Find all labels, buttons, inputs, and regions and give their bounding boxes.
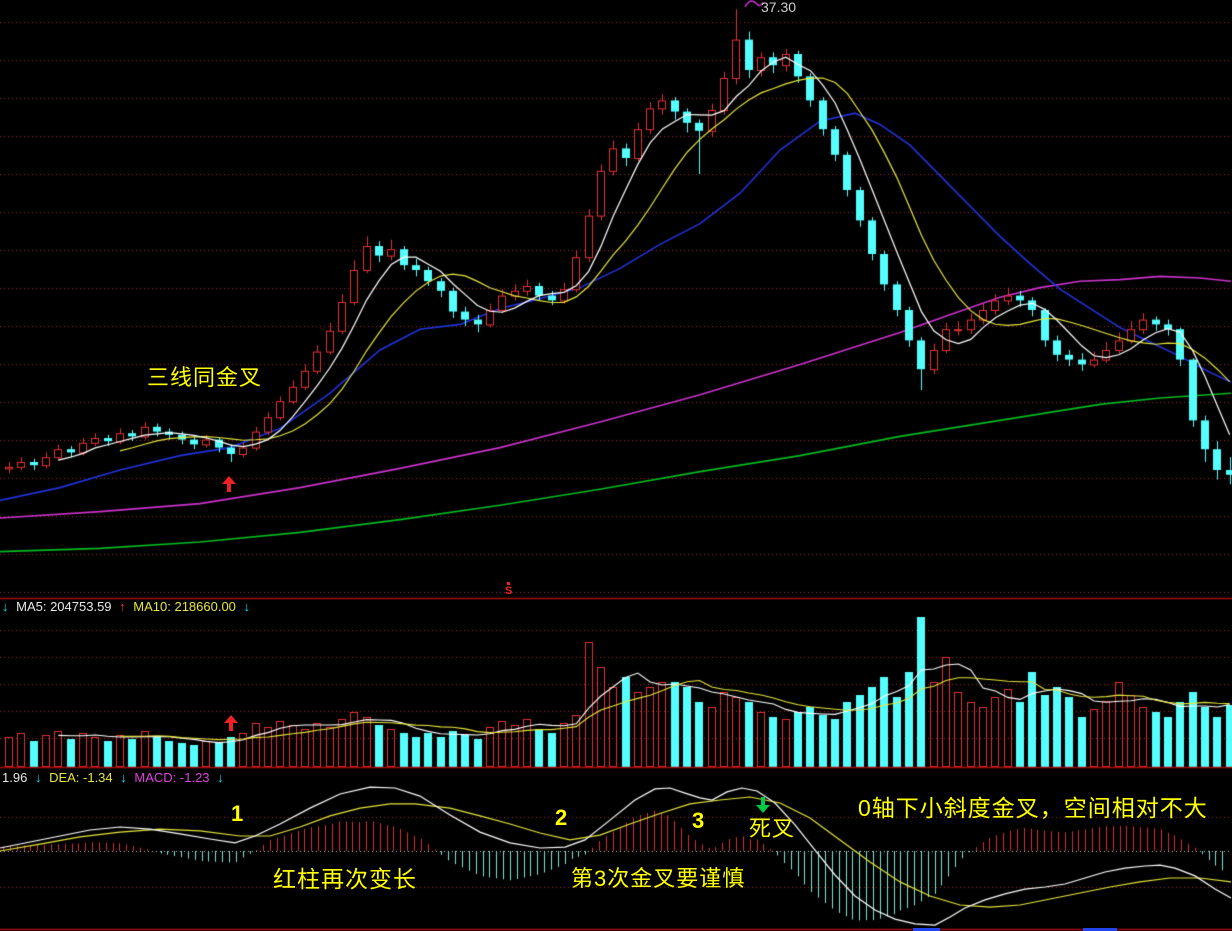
volume-ma10-label: MA10: 218660.00 [133, 599, 236, 614]
dead-cross-arrow-icon [756, 797, 770, 813]
volume-ma5-arrow-icon: ↑ [119, 599, 126, 614]
golden-cross-label-1: 1 [231, 803, 243, 825]
peak-price-label: 37.30 [761, 0, 796, 14]
main-chart-note: 三线同金叉 [147, 367, 262, 389]
buy-signal-arrow-icon [222, 476, 236, 492]
stock-chart-root: 37.30 三线同金叉 S ↓ MA5: 204753.59 ↑ MA10: 2… [0, 0, 1232, 931]
volume-buy-arrow-icon [224, 715, 238, 731]
volume-ma5-label: MA5: 204753.59 [16, 599, 111, 614]
arrow-head [222, 476, 236, 484]
volume-header: ↓ MA5: 204753.59 ↑ MA10: 218660.00 ↓ [2, 600, 254, 613]
arrow-stem [229, 723, 233, 731]
macd-macd-arrow-icon: ↓ [217, 770, 224, 785]
arrow-stem [761, 797, 765, 805]
golden-cross-note: 0轴下小斜度金叉，空间相对不大 [858, 797, 1208, 820]
third-cross-note: 第3次金叉要谨慎 [571, 868, 745, 890]
arrow-head [224, 715, 238, 723]
macd-macd-label: MACD: -1.23 [134, 770, 209, 785]
golden-cross-label-2: 2 [555, 807, 567, 829]
volume-lead-arrow-icon: ↓ [2, 599, 9, 614]
macd-header: 1.96 ↓ DEA: -1.34 ↓ MACD: -1.23 ↓ [2, 771, 228, 784]
red-bar-note: 红柱再次变长 [273, 868, 417, 891]
volume-ma10-arrow-icon: ↓ [244, 599, 251, 614]
macd-dif-value: 1.96 [2, 770, 27, 785]
arrow-head [756, 805, 770, 813]
dead-cross-note: 死叉 [749, 818, 795, 840]
sell-marker: S [505, 582, 512, 597]
arrow-stem [227, 484, 231, 492]
golden-cross-label-3: 3 [692, 810, 704, 832]
macd-dea-label: DEA: -1.34 [49, 770, 113, 785]
stock-chart-canvas[interactable] [0, 0, 1232, 931]
macd-dea-arrow-icon: ↓ [120, 770, 127, 785]
macd-dif-arrow-icon: ↓ [35, 770, 42, 785]
